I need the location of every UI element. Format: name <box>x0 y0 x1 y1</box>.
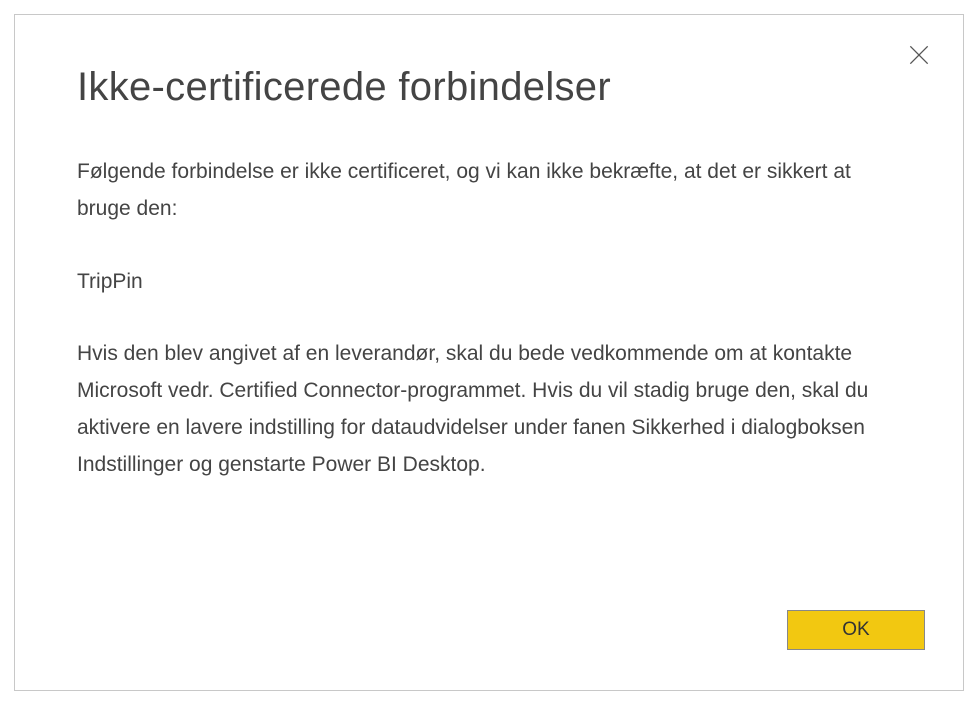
dialog-body: Følgende forbindelse er ikke certificere… <box>77 154 901 483</box>
dialog-details-text: Hvis den blev angivet af en leverandør, … <box>77 336 901 483</box>
ok-button[interactable]: OK <box>787 610 925 650</box>
dialog-button-row: OK <box>787 610 925 650</box>
close-button[interactable] <box>903 39 935 71</box>
dialog-title: Ikke-certificerede forbindelser <box>77 65 901 110</box>
uncertified-connector-dialog: Ikke-certificerede forbindelser Følgende… <box>14 14 964 691</box>
dialog-intro-text: Følgende forbindelse er ikke certificere… <box>77 154 901 228</box>
close-icon <box>906 42 932 68</box>
connector-name: TripPin <box>77 264 901 301</box>
